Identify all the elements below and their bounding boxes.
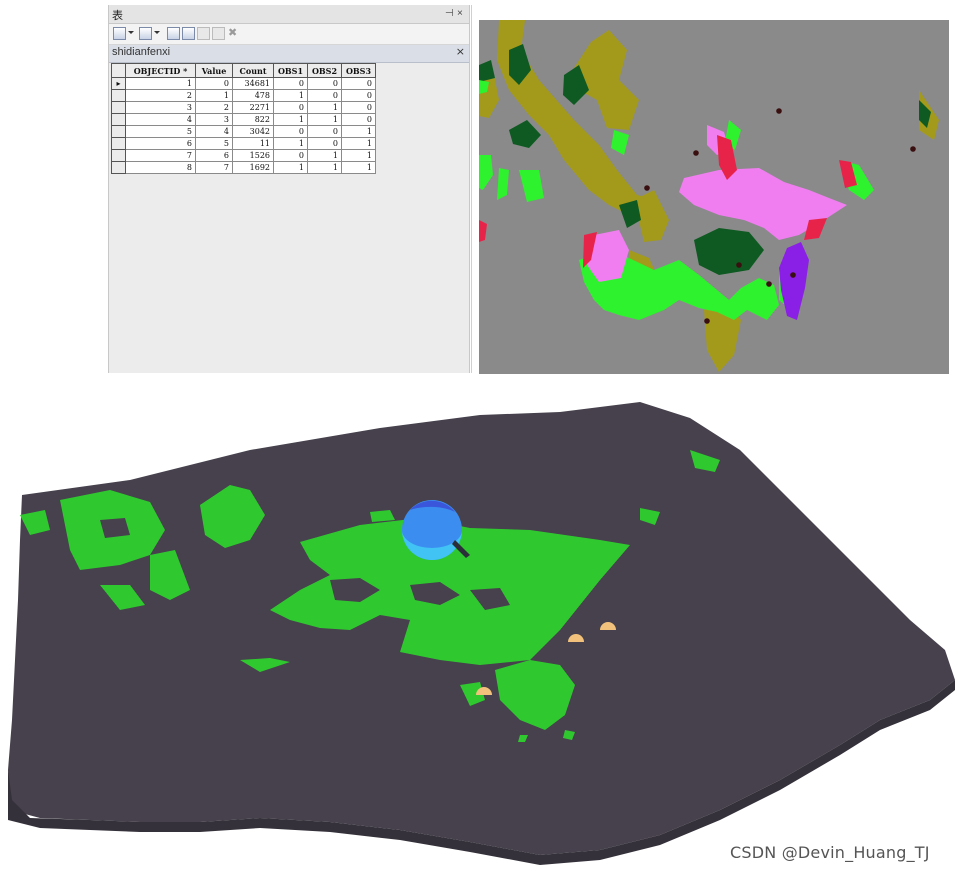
cell-objectid[interactable]: 5 bbox=[125, 125, 196, 138]
cell-obs3[interactable]: 0 bbox=[341, 113, 376, 126]
cell-value[interactable]: 5 bbox=[195, 137, 233, 150]
cell-value[interactable]: 1 bbox=[195, 89, 233, 102]
table-header-row: OBJECTID * Value Count OBS1 OBS2 OBS3 bbox=[111, 63, 376, 78]
column-header-count[interactable]: Count bbox=[232, 63, 274, 78]
row-selector[interactable] bbox=[111, 149, 126, 162]
watermark: CSDN @Devin_Huang_TJ bbox=[730, 843, 930, 862]
chevron-down-icon[interactable] bbox=[128, 31, 134, 34]
table-row[interactable]: 8 7 1692 1 1 1 bbox=[111, 161, 376, 174]
cell-objectid[interactable]: 8 bbox=[125, 161, 196, 174]
cell-obs2[interactable]: 1 bbox=[307, 101, 342, 114]
cell-value[interactable]: 4 bbox=[195, 125, 233, 138]
clear-selection-icon[interactable] bbox=[197, 27, 210, 40]
cell-count[interactable]: 478 bbox=[232, 89, 274, 102]
row-selector[interactable] bbox=[111, 125, 126, 138]
table-toolbar: ✖ bbox=[109, 24, 469, 45]
cell-obs3[interactable]: 0 bbox=[341, 101, 376, 114]
cell-obs1[interactable]: 1 bbox=[273, 137, 308, 150]
cell-obs2[interactable]: 1 bbox=[307, 113, 342, 126]
row-selector-current[interactable]: ▸ bbox=[111, 77, 126, 90]
table-row[interactable]: 2 1 478 1 0 0 bbox=[111, 89, 376, 102]
cell-objectid[interactable]: 1 bbox=[125, 77, 196, 90]
cell-obs3[interactable]: 0 bbox=[341, 89, 376, 102]
raster-map-canvas[interactable] bbox=[479, 20, 949, 374]
cell-value[interactable]: 7 bbox=[195, 161, 233, 174]
column-header-value[interactable]: Value bbox=[195, 63, 233, 78]
table-row[interactable]: 7 6 1526 0 1 1 bbox=[111, 149, 376, 162]
cell-obs2[interactable]: 0 bbox=[307, 89, 342, 102]
cell-value[interactable]: 0 bbox=[195, 77, 233, 90]
cell-objectid[interactable]: 7 bbox=[125, 149, 196, 162]
cell-obs1[interactable]: 0 bbox=[273, 77, 308, 90]
cell-objectid[interactable]: 2 bbox=[125, 89, 196, 102]
cell-obs1[interactable]: 0 bbox=[273, 125, 308, 138]
map-top-strip bbox=[472, 5, 958, 15]
table-row[interactable]: 4 3 822 1 1 0 bbox=[111, 113, 376, 126]
cell-count[interactable]: 3042 bbox=[232, 125, 274, 138]
cell-obs3[interactable]: 1 bbox=[341, 149, 376, 162]
window-title-bar[interactable]: 表 ⊣ × bbox=[109, 5, 469, 24]
zoom-to-selected-icon[interactable] bbox=[212, 27, 225, 40]
cell-objectid[interactable]: 4 bbox=[125, 113, 196, 126]
window-title: 表 bbox=[112, 9, 123, 22]
layer-tab-label: shidianfenxi bbox=[112, 46, 171, 58]
cell-obs2[interactable]: 1 bbox=[307, 149, 342, 162]
column-header-obs1[interactable]: OBS1 bbox=[273, 63, 308, 78]
row-selector[interactable] bbox=[111, 113, 126, 126]
cell-obs2[interactable]: 0 bbox=[307, 125, 342, 138]
attribute-table: OBJECTID * Value Count OBS1 OBS2 OBS3 ▸ … bbox=[111, 63, 376, 174]
column-header-objectid[interactable]: OBJECTID * bbox=[125, 63, 196, 78]
cell-obs1[interactable]: 1 bbox=[273, 89, 308, 102]
table-row[interactable]: 5 4 3042 0 0 1 bbox=[111, 125, 376, 138]
switch-selection-icon[interactable] bbox=[182, 27, 195, 40]
chevron-down-icon[interactable] bbox=[154, 31, 160, 34]
cell-obs1[interactable]: 0 bbox=[273, 101, 308, 114]
cell-obs1[interactable]: 1 bbox=[273, 113, 308, 126]
table-options-icon[interactable] bbox=[113, 27, 126, 40]
row-selector-header[interactable] bbox=[111, 63, 126, 78]
cell-value[interactable]: 3 bbox=[195, 113, 233, 126]
table-grid: OBJECTID * Value Count OBS1 OBS2 OBS3 ▸ … bbox=[109, 63, 469, 373]
cell-obs3[interactable]: 0 bbox=[341, 77, 376, 90]
cell-obs2[interactable]: 1 bbox=[307, 161, 342, 174]
cell-count[interactable]: 11 bbox=[232, 137, 274, 150]
cell-value[interactable]: 2 bbox=[195, 101, 233, 114]
cell-count[interactable]: 1692 bbox=[232, 161, 274, 174]
column-header-obs3[interactable]: OBS3 bbox=[341, 63, 376, 78]
layer-tab[interactable]: shidianfenxi × bbox=[109, 45, 469, 63]
row-selector[interactable] bbox=[111, 137, 126, 150]
layer-tab-close-icon[interactable]: × bbox=[456, 45, 465, 58]
cell-obs3[interactable]: 1 bbox=[341, 125, 376, 138]
cell-count[interactable]: 34681 bbox=[232, 77, 274, 90]
related-tables-icon[interactable] bbox=[139, 27, 152, 40]
cell-value[interactable]: 6 bbox=[195, 149, 233, 162]
cell-obs1[interactable]: 1 bbox=[273, 161, 308, 174]
cell-obs3[interactable]: 1 bbox=[341, 137, 376, 150]
map-view[interactable] bbox=[471, 5, 958, 374]
attribute-table-window: 表 ⊣ × ✖ shidianfenxi × OBJECTID * Value … bbox=[108, 5, 470, 373]
cell-count[interactable]: 1526 bbox=[232, 149, 274, 162]
delete-selected-icon[interactable]: ✖ bbox=[228, 26, 237, 39]
cell-objectid[interactable]: 3 bbox=[125, 101, 196, 114]
cell-obs1[interactable]: 0 bbox=[273, 149, 308, 162]
cell-count[interactable]: 822 bbox=[232, 113, 274, 126]
select-by-attributes-icon[interactable] bbox=[167, 27, 180, 40]
table-row[interactable]: ▸ 1 0 34681 0 0 0 bbox=[111, 77, 376, 90]
table-row[interactable]: 6 5 11 1 0 1 bbox=[111, 137, 376, 150]
cell-obs2[interactable]: 0 bbox=[307, 77, 342, 90]
column-header-obs2[interactable]: OBS2 bbox=[307, 63, 342, 78]
pin-icon[interactable]: ⊣ bbox=[445, 8, 454, 20]
table-row[interactable]: 3 2 2271 0 1 0 bbox=[111, 101, 376, 114]
window-close-icon[interactable]: × bbox=[457, 8, 463, 20]
row-selector[interactable] bbox=[111, 101, 126, 114]
row-selector[interactable] bbox=[111, 89, 126, 102]
3d-scene-view[interactable] bbox=[0, 390, 958, 872]
cell-obs2[interactable]: 0 bbox=[307, 137, 342, 150]
row-selector[interactable] bbox=[111, 161, 126, 174]
cell-objectid[interactable]: 6 bbox=[125, 137, 196, 150]
cell-obs3[interactable]: 1 bbox=[341, 161, 376, 174]
cell-count[interactable]: 2271 bbox=[232, 101, 274, 114]
